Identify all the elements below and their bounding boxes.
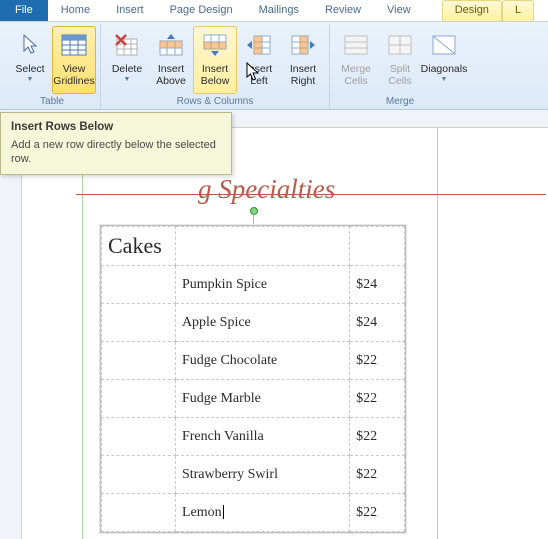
- table-cell[interactable]: [102, 266, 176, 304]
- insert-left-label: Insert Left: [246, 63, 272, 87]
- table-cell[interactable]: [102, 418, 176, 456]
- merge-cells-button: Merge Cells: [334, 26, 378, 94]
- insert-left-icon: [243, 29, 275, 61]
- merge-cells-label: Merge Cells: [341, 63, 371, 87]
- gridlines-icon: [58, 29, 90, 61]
- dropdown-arrow-icon: ▼: [124, 76, 131, 83]
- tab-layout[interactable]: L: [502, 0, 534, 21]
- table-cell[interactable]: Pumpkin Spice: [175, 266, 349, 304]
- tab-page-design[interactable]: Page Design: [157, 0, 246, 21]
- ribbon-tabs: File Home Insert Page Design Mailings Re…: [0, 0, 548, 22]
- table-row: Fudge Chocolate$22: [102, 342, 405, 380]
- delete-label: Delete: [112, 63, 142, 75]
- split-cells-label: Split Cells: [388, 63, 411, 87]
- guide-line: [82, 128, 83, 539]
- table-cell[interactable]: $22: [350, 342, 405, 380]
- menu-table[interactable]: Cakes Pumpkin Spice$24 Apple Spice$24 Fu…: [100, 225, 406, 533]
- insert-below-label: Insert Below: [201, 63, 230, 87]
- view-gridlines-label: View Gridlines: [53, 63, 94, 87]
- vertical-ruler[interactable]: [0, 128, 22, 539]
- tab-file[interactable]: File: [0, 0, 48, 21]
- table-cell[interactable]: $22: [350, 380, 405, 418]
- page-heading[interactable]: g Specialties: [198, 174, 335, 205]
- rotation-handle[interactable]: [250, 207, 258, 215]
- delete-icon: [111, 29, 143, 61]
- group-merge: Merge Cells Split Cells Diagonals ▼ Merg…: [330, 24, 470, 109]
- document-canvas[interactable]: g Specialties Cakes Pumpkin Spice$24 App…: [0, 128, 548, 539]
- table-cell[interactable]: Strawberry Swirl: [175, 456, 349, 494]
- table-cell[interactable]: [102, 456, 176, 494]
- table-cell-active[interactable]: Lemon: [175, 494, 349, 532]
- diagonals-button[interactable]: Diagonals ▼: [422, 26, 466, 94]
- split-cells-icon: [384, 29, 416, 61]
- select-label: Select: [15, 63, 44, 75]
- insert-right-icon: [287, 29, 319, 61]
- group-rows-columns-label: Rows & Columns: [105, 95, 325, 109]
- table-header-cell[interactable]: Cakes: [102, 227, 176, 266]
- table-row: Lemon$22: [102, 494, 405, 532]
- group-table-label: Table: [8, 95, 96, 109]
- table-cell[interactable]: $24: [350, 266, 405, 304]
- table-row: Apple Spice$24: [102, 304, 405, 342]
- table-cell[interactable]: Fudge Chocolate: [175, 342, 349, 380]
- table-cell[interactable]: French Vanilla: [175, 418, 349, 456]
- insert-above-icon: [155, 29, 187, 61]
- tab-insert[interactable]: Insert: [103, 0, 157, 21]
- tab-view[interactable]: View: [374, 0, 424, 21]
- dropdown-arrow-icon: ▼: [441, 76, 448, 83]
- table-cell[interactable]: $22: [350, 456, 405, 494]
- tab-review[interactable]: Review: [312, 0, 374, 21]
- table-row: Strawberry Swirl$22: [102, 456, 405, 494]
- table-cell[interactable]: Apple Spice: [175, 304, 349, 342]
- diagonals-label: Diagonals: [421, 63, 468, 75]
- tab-design[interactable]: Design: [442, 0, 502, 21]
- insert-right-button[interactable]: Insert Right: [281, 26, 325, 94]
- group-table: Select ▼ View Gridlines Table: [4, 24, 101, 109]
- cursor-select-icon: [14, 29, 46, 61]
- insert-left-button[interactable]: Insert Left: [237, 26, 281, 94]
- table-cell[interactable]: Fudge Marble: [175, 380, 349, 418]
- tooltip: Insert Rows Below Add a new row directly…: [0, 112, 232, 175]
- table-row: Fudge Marble$22: [102, 380, 405, 418]
- insert-right-label: Insert Right: [290, 63, 316, 87]
- guide-line: [437, 128, 438, 539]
- select-button[interactable]: Select ▼: [8, 26, 52, 94]
- delete-button[interactable]: Delete ▼: [105, 26, 149, 94]
- table-cell[interactable]: [175, 227, 349, 266]
- tab-home[interactable]: Home: [48, 0, 103, 21]
- insert-below-button[interactable]: Insert Below: [193, 26, 237, 94]
- dropdown-arrow-icon: ▼: [27, 76, 34, 83]
- diagonals-icon: [428, 29, 460, 61]
- table-row: Cakes: [102, 227, 405, 266]
- group-rows-columns: Delete ▼ Insert Above Insert Below Inse: [101, 24, 330, 109]
- tab-mailings[interactable]: Mailings: [246, 0, 312, 21]
- group-merge-label: Merge: [334, 95, 466, 109]
- table-cell[interactable]: [102, 342, 176, 380]
- split-cells-button: Split Cells: [378, 26, 422, 94]
- table-cell[interactable]: $24: [350, 304, 405, 342]
- tooltip-title: Insert Rows Below: [11, 121, 221, 133]
- merge-cells-icon: [340, 29, 372, 61]
- ribbon: Select ▼ View Gridlines Table Delete ▼: [0, 22, 548, 110]
- table-cell[interactable]: $22: [350, 494, 405, 532]
- table-cell[interactable]: $22: [350, 418, 405, 456]
- view-gridlines-button[interactable]: View Gridlines: [52, 26, 96, 94]
- table-row: French Vanilla$22: [102, 418, 405, 456]
- table-cell[interactable]: [102, 380, 176, 418]
- tooltip-body: Add a new row directly below the selecte…: [11, 138, 221, 166]
- insert-below-icon: [199, 29, 231, 61]
- insert-above-label: Insert Above: [156, 63, 186, 87]
- table-cell[interactable]: [102, 304, 176, 342]
- table-cell[interactable]: [350, 227, 405, 266]
- table-cell[interactable]: [102, 494, 176, 532]
- insert-above-button[interactable]: Insert Above: [149, 26, 193, 94]
- table-row: Pumpkin Spice$24: [102, 266, 405, 304]
